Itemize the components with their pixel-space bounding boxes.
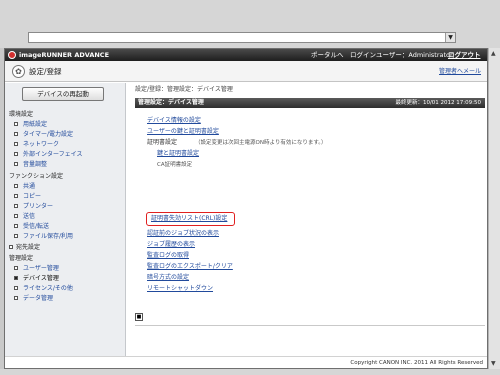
sidebar-section-function[interactable]: ファンクション設定 xyxy=(9,173,63,181)
canon-logo-icon xyxy=(8,51,16,59)
restart-device-button[interactable]: デバイスの再起動 xyxy=(22,87,104,101)
job-status-link[interactable]: 認証前のジョブ状況の表示 xyxy=(147,230,219,238)
vertical-scrollbar[interactable]: ▲ ▼ xyxy=(488,48,500,369)
bullet-icon xyxy=(14,162,18,166)
scroll-up-icon[interactable]: ▲ xyxy=(491,50,496,57)
bullet-icon xyxy=(14,194,18,198)
app-title: imageRUNNER ADVANCE xyxy=(19,51,110,59)
bullet-icon xyxy=(14,266,18,270)
section-header: 管理設定：デバイス管理 最終更新：10/01 2012 17:09:50 xyxy=(135,98,485,108)
app-window: imageRUNNER ADVANCE ポータルへ ログインユーザー：Admin… xyxy=(4,48,488,369)
sidebar-item-copy[interactable]: コピー xyxy=(14,193,41,201)
cert-settings-note: （設定変更は次回主電源ON時より有効になります。） xyxy=(195,140,327,146)
sidebar-item-label: 共通 xyxy=(23,183,36,190)
sidebar-item-volume[interactable]: 音量調整 xyxy=(14,161,47,169)
encryption-link[interactable]: 暗号方式の設定 xyxy=(147,274,189,282)
main-content: 設定/登録：管理設定：デバイス管理 管理設定：デバイス管理 最終更新：10/01… xyxy=(127,83,487,356)
sidebar-item-license[interactable]: ライセンス/その他 xyxy=(14,285,73,293)
bullet-icon xyxy=(14,132,18,136)
device-info-link[interactable]: デバイス情報の設定 xyxy=(147,117,201,125)
sidebar-section-preferences[interactable]: 環境設定 xyxy=(9,111,33,119)
bullet-icon xyxy=(14,184,18,188)
audit-log-link[interactable]: 監査ログの取得 xyxy=(147,252,189,260)
settings-icon: ✿ xyxy=(12,65,25,78)
ca-cert-link[interactable]: CA証明書設定 xyxy=(157,161,192,169)
bullet-icon xyxy=(9,245,13,249)
bullet-icon xyxy=(14,296,18,300)
sidebar-item-send[interactable]: 送信 xyxy=(14,213,35,221)
address-dropdown-icon[interactable]: ▼ xyxy=(445,33,455,42)
page-top-icon[interactable]: ■ xyxy=(135,313,143,321)
browser-statusbar xyxy=(0,369,500,375)
divider xyxy=(135,325,485,326)
bullet-icon xyxy=(14,286,18,290)
sidebar: デバイスの再起動 環境設定 用紙設定 タイマー/電力設定 ネットワーク 外部イン… xyxy=(5,83,126,356)
last-updated: 最終更新：10/01 2012 17:09:50 xyxy=(395,100,481,106)
copyright: Copyright CANON INC. 2011 All Rights Res… xyxy=(350,360,483,366)
sidebar-item-label: コピー xyxy=(23,193,42,200)
sidebar-item-common[interactable]: 共通 xyxy=(14,183,35,191)
sidebar-item-device-management[interactable]: デバイス管理 xyxy=(14,275,59,283)
remote-shutdown-link[interactable]: リモートシャットダウン xyxy=(147,285,213,293)
sidebar-item-label: ファイル保存/利用 xyxy=(23,233,74,240)
bullet-icon xyxy=(14,122,18,126)
cert-settings-label: 証明書設定 xyxy=(147,139,178,146)
sidebar-item-label: 用紙設定 xyxy=(23,121,48,128)
sidebar-item-timer[interactable]: タイマー/電力設定 xyxy=(14,131,73,139)
bullet-icon xyxy=(14,204,18,208)
bullet-icon xyxy=(14,214,18,218)
sidebar-item-label: 送信 xyxy=(23,213,36,220)
section-title: 管理設定：デバイス管理 xyxy=(138,99,204,106)
job-history-link[interactable]: ジョブ履歴の表示 xyxy=(147,241,195,249)
sidebar-item-label: 受信/転送 xyxy=(23,223,50,230)
sidebar-item-label: ライセンス/その他 xyxy=(23,285,73,292)
bullet-icon xyxy=(14,234,18,238)
sidebar-item-receive[interactable]: 受信/転送 xyxy=(14,223,49,231)
audit-export-link[interactable]: 監査ログのエクスポート/クリア xyxy=(147,263,233,271)
sidebar-item-paper[interactable]: 用紙設定 xyxy=(14,121,47,129)
login-user-label: ログインユーザー：Administrator xyxy=(350,51,453,59)
sidebar-section-destination[interactable]: 宛先設定 xyxy=(9,244,40,252)
app-titlebar: imageRUNNER ADVANCE ポータルへ ログインユーザー：Admin… xyxy=(5,49,487,61)
portal-link[interactable]: ポータルへ xyxy=(311,50,344,60)
sidebar-item-label: 音量調整 xyxy=(23,161,48,168)
sidebar-item-label: ユーザー管理 xyxy=(23,265,59,272)
bullet-icon xyxy=(14,152,18,156)
sidebar-item-network[interactable]: ネットワーク xyxy=(14,141,59,149)
bullet-icon xyxy=(14,142,18,146)
sidebar-section-management[interactable]: 管理設定 xyxy=(9,255,33,263)
footer: Copyright CANON INC. 2011 All Rights Res… xyxy=(5,356,487,368)
sidebar-item-label: プリンター xyxy=(23,203,54,210)
sidebar-section-label: 宛先設定 xyxy=(16,244,41,251)
address-bar[interactable] xyxy=(28,32,456,43)
crl-settings-link[interactable]: 証明書失効リスト(CRL)設定 xyxy=(151,215,227,223)
page-title: 設定/登録 xyxy=(29,67,62,76)
sidebar-item-file-storage[interactable]: ファイル保存/利用 xyxy=(14,233,73,241)
mail-admin-link[interactable]: 管理者へメール xyxy=(439,67,481,76)
sidebar-item-label: デバイス管理 xyxy=(23,275,59,282)
sidebar-item-external-interface[interactable]: 外部インターフェイス xyxy=(14,151,82,159)
sidebar-item-label: タイマー/電力設定 xyxy=(23,131,74,138)
user-cert-link[interactable]: ユーザーの鍵と証明書設定 xyxy=(147,128,219,136)
sidebar-item-label: データ管理 xyxy=(23,295,54,302)
sidebar-item-data-management[interactable]: データ管理 xyxy=(14,295,53,303)
sidebar-item-user-management[interactable]: ユーザー管理 xyxy=(14,265,59,273)
page-header: ✿ 設定/登録 管理者へメール xyxy=(5,61,487,82)
sidebar-item-printer[interactable]: プリンター xyxy=(14,203,53,211)
logout-link[interactable]: ログアウト xyxy=(448,50,481,60)
sidebar-item-label: 外部インターフェイス xyxy=(23,151,83,158)
key-cert-link[interactable]: 鍵と証明書設定 xyxy=(157,150,199,158)
breadcrumb: 設定/登録：管理設定：デバイス管理 xyxy=(135,86,233,93)
bullet-icon xyxy=(14,224,18,228)
browser-toolbar: ▼ xyxy=(0,0,500,48)
scroll-down-icon[interactable]: ▼ xyxy=(491,360,496,367)
bullet-icon xyxy=(14,276,18,280)
sidebar-item-label: ネットワーク xyxy=(23,141,60,148)
